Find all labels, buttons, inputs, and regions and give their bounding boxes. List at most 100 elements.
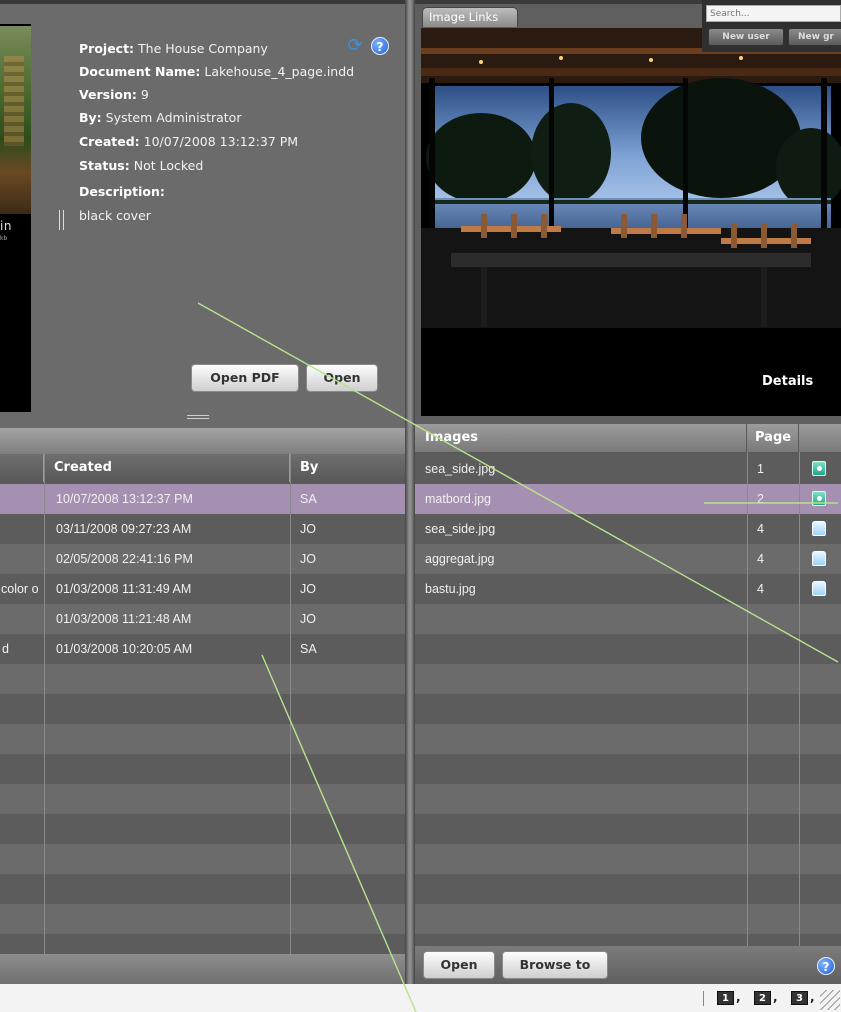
user-search-box: New user New gr [702, 0, 841, 52]
empty-row [415, 634, 841, 664]
empty-row [0, 874, 405, 904]
page-1-badge[interactable]: 1 [717, 991, 734, 1005]
cell-created: 01/03/2008 11:21:48 AM [56, 612, 192, 626]
empty-row [0, 724, 405, 754]
info-project-value: The House Company [138, 41, 268, 56]
window-resize-grip[interactable] [820, 990, 840, 1010]
column-header-comment[interactable] [0, 454, 44, 482]
empty-row [415, 874, 841, 904]
info-status-label: Status: [79, 158, 130, 173]
cell-by: SA [300, 492, 317, 506]
table-row[interactable]: sea_side.jpg 4 [415, 514, 841, 544]
info-created-label: Created: [79, 134, 140, 149]
page-3-badge[interactable]: 3 [791, 991, 808, 1005]
thumbnail-text: in [0, 219, 12, 233]
empty-row [0, 814, 405, 844]
thumbnail-image [0, 26, 31, 214]
table-row[interactable]: bastu.jpg 4 [415, 574, 841, 604]
preview-photo [421, 28, 841, 416]
status-bar [0, 984, 841, 1012]
info-project: Project: The House Company [79, 41, 268, 57]
info-status: Status: Not Locked [79, 158, 203, 174]
thumbnail-small-text: kb [0, 235, 8, 242]
column-header-by[interactable]: By [290, 454, 405, 482]
open-image-button[interactable]: Open [423, 951, 495, 979]
info-project-label: Project: [79, 41, 135, 56]
folder-icon[interactable] [812, 521, 826, 536]
info-created: Created: 10/07/2008 13:12:37 PM [79, 134, 298, 150]
cell-created: 10/07/2008 13:12:37 PM [56, 492, 193, 506]
new-group-button[interactable]: New gr [788, 28, 841, 46]
info-created-value: 10/07/2008 13:12:37 PM [143, 134, 299, 149]
cell-page: 4 [757, 552, 764, 566]
details-label[interactable]: Details [762, 374, 813, 389]
empty-row [415, 934, 841, 946]
status-separator [703, 991, 704, 1006]
column-divider [290, 454, 291, 954]
info-version-value: 9 [140, 87, 149, 102]
table-row[interactable]: 02/05/2008 22:41:16 PM JO [0, 544, 405, 574]
column-header-status[interactable] [799, 424, 841, 452]
cell-created: 01/03/2008 10:20:05 AM [56, 642, 193, 656]
cell-by: JO [300, 552, 316, 566]
info-description-label: Description: [79, 184, 165, 199]
help-icon[interactable]: ? [371, 37, 389, 55]
info-by-label: By: [79, 110, 102, 125]
refresh-icon[interactable]: ⟳ [345, 36, 365, 56]
column-divider [799, 452, 800, 948]
info-version: Version: 9 [79, 87, 149, 103]
description-text[interactable]: black cover [79, 208, 151, 224]
cell-image-name: sea_side.jpg [425, 522, 496, 536]
empty-row [0, 694, 405, 724]
table-row[interactable]: aggregat.jpg 4 [415, 544, 841, 574]
new-user-button[interactable]: New user [708, 28, 784, 46]
table-row[interactable]: d 01/03/2008 10:20:05 AM SA [0, 634, 405, 664]
table-row[interactable]: 10/07/2008 13:12:37 PM SA [0, 484, 405, 514]
tab-image-links[interactable]: Image Links [422, 7, 518, 27]
versions-table-footer [0, 954, 405, 984]
open-pdf-button[interactable]: Open PDF [191, 364, 299, 392]
image-linked-icon[interactable] [812, 491, 826, 506]
page-separator: , [736, 990, 741, 1004]
column-header-images[interactable]: Images [415, 424, 747, 452]
empty-row [415, 724, 841, 754]
info-by-value: System Administrator [105, 110, 242, 125]
cell-by: JO [300, 612, 316, 626]
image-preview[interactable] [421, 28, 841, 416]
table-row[interactable]: 03/11/2008 09:27:23 AM JO [0, 514, 405, 544]
cell-created: 01/03/2008 11:31:49 AM [56, 582, 192, 596]
info-status-value: Not Locked [133, 158, 204, 173]
document-thumbnail[interactable]: in kb [0, 24, 31, 412]
cell-page: 4 [757, 582, 764, 596]
image-linked-icon[interactable] [812, 461, 826, 476]
empty-row [0, 784, 405, 814]
column-header-created[interactable]: Created [44, 454, 290, 482]
vertical-splitter[interactable] [405, 0, 415, 984]
table-row[interactable]: matbord.jpg 2 [415, 484, 841, 514]
table-row[interactable]: 01/03/2008 11:21:48 AM JO [0, 604, 405, 634]
panel-splitter-handle[interactable] [187, 415, 209, 419]
column-header-page[interactable]: Page [747, 424, 799, 452]
description-resize-grip[interactable] [59, 210, 64, 230]
page-2-badge[interactable]: 2 [754, 991, 771, 1005]
info-document-name: Document Name: Lakehouse_4_page.indd [79, 64, 354, 80]
folder-icon[interactable] [812, 551, 826, 566]
table-row[interactable]: sea_side.jpg 1 [415, 454, 841, 484]
page-separator: , [810, 990, 815, 1004]
open-document-button[interactable]: Open [306, 364, 378, 392]
empty-row [415, 694, 841, 724]
search-input[interactable] [706, 5, 841, 22]
page-separator: , [773, 990, 778, 1004]
cell-comment: d [2, 642, 9, 656]
empty-row [415, 664, 841, 694]
empty-row [415, 904, 841, 934]
folder-icon[interactable] [812, 581, 826, 596]
cell-image-name: bastu.jpg [425, 582, 476, 596]
info-description: Description: [79, 184, 165, 200]
empty-row [0, 664, 405, 694]
cell-image-name: matbord.jpg [425, 492, 492, 506]
versions-table-group-header [0, 428, 405, 454]
table-row[interactable]: color o 01/03/2008 11:31:49 AM JO [0, 574, 405, 604]
help-icon[interactable]: ? [817, 957, 835, 975]
browse-to-button[interactable]: Browse to [502, 951, 608, 979]
